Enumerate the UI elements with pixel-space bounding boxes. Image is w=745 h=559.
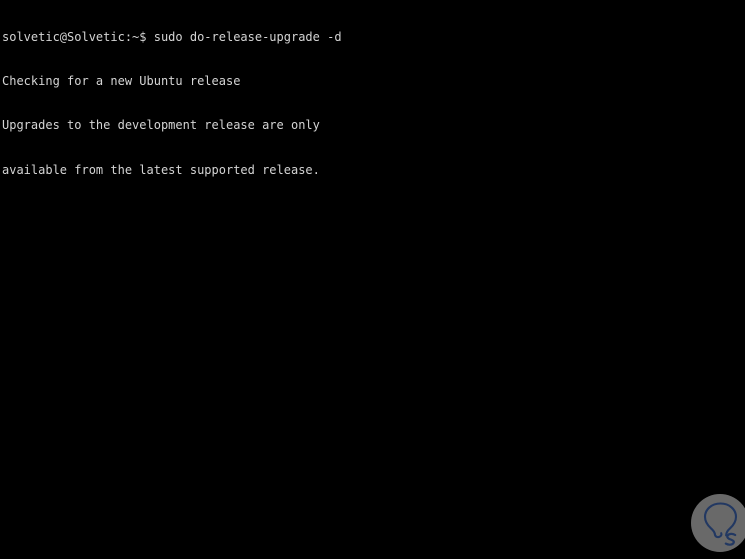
terminal-line-available: available from the latest supported rele… — [2, 162, 320, 177]
lightbulb-s-logo-icon — [703, 502, 738, 546]
terminal-output: solvetic@Solvetic:~$ sudo do-release-upg… — [2, 0, 745, 207]
terminal-screen[interactable]: solvetic@Solvetic:~$ sudo do-release-upg… — [0, 0, 745, 559]
terminal-line-upgrades: Upgrades to the development release are … — [2, 118, 320, 133]
terminal-line-checking: Checking for a new Ubuntu release — [2, 73, 241, 88]
terminal-line-command: solvetic@Solvetic:~$ sudo do-release-upg… — [2, 29, 342, 44]
solvetic-watermark-logo — [691, 494, 745, 552]
